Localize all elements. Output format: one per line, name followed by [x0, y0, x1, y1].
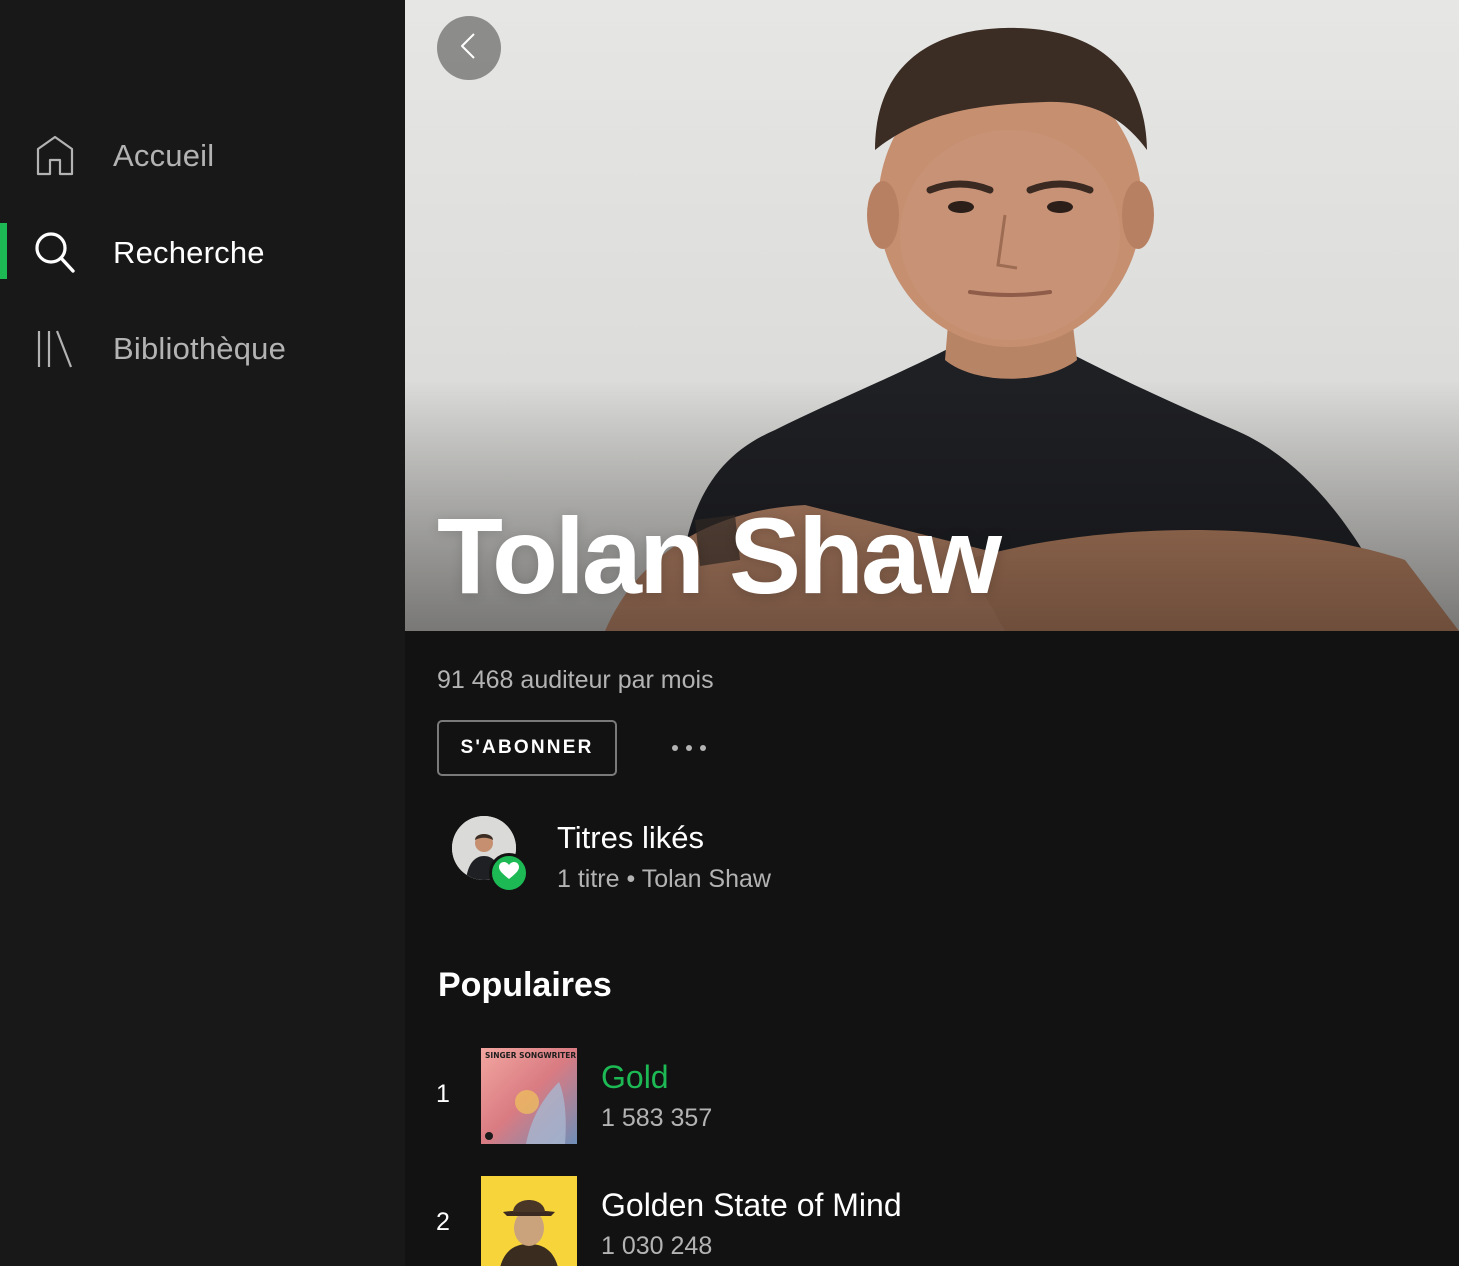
artist-page[interactable]: Tolan Shaw 91 468 auditeur par mois S'AB… — [405, 0, 1459, 1266]
sidebar-item-home[interactable]: Accueil — [0, 126, 405, 182]
sidebar-item-label: Recherche — [113, 235, 265, 270]
more-horizontal-icon — [672, 745, 678, 751]
sidebar-item-label: Bibliothèque — [113, 331, 287, 366]
active-indicator — [0, 223, 7, 279]
track-title: Gold — [601, 1059, 669, 1095]
library-icon — [34, 327, 76, 369]
album-cover: SINGER SONGWRITER INDIE POP — [481, 1048, 577, 1144]
track-number: 1 — [436, 1080, 450, 1108]
artist-name: Tolan Shaw — [437, 495, 1002, 616]
sidebar-item-search[interactable]: Recherche — [0, 223, 405, 279]
liked-songs-subtitle: 1 titre • Tolan Shaw — [557, 865, 771, 893]
sidebar-item-library[interactable]: Bibliothèque — [0, 319, 405, 375]
more-options-button[interactable] — [663, 728, 715, 768]
sidebar-item-label: Accueil — [113, 138, 215, 173]
home-icon — [34, 134, 76, 176]
chevron-left-icon — [454, 31, 484, 66]
sidebar: Accueil Recherche Bibliothèque — [0, 0, 405, 1266]
app-window: Accueil Recherche Bibliothèque Tolan Sha… — [0, 0, 1459, 1266]
back-button[interactable] — [437, 16, 501, 80]
monthly-listeners: 91 468 auditeur par mois — [437, 666, 714, 694]
heart-icon — [499, 861, 519, 885]
track-play-count: 1 583 357 — [601, 1104, 713, 1132]
track-row[interactable]: 2 Golden State of Mind 1 030 248 — [405, 1176, 1459, 1266]
artist-header-image: Tolan Shaw — [405, 0, 1459, 631]
track-title: Golden State of Mind — [601, 1187, 902, 1223]
svg-text:SINGER SONGWRITER INDIE POP: SINGER SONGWRITER INDIE POP — [485, 1051, 577, 1060]
liked-badge — [489, 853, 529, 893]
album-cover — [481, 1176, 577, 1266]
liked-songs-row[interactable]: Titres likés 1 titre • Tolan Shaw — [450, 812, 1050, 896]
follow-button[interactable]: S'ABONNER — [437, 720, 617, 776]
search-icon — [34, 231, 76, 273]
track-number: 2 — [436, 1208, 450, 1236]
track-play-count: 1 030 248 — [601, 1232, 713, 1260]
popular-section-title: Populaires — [438, 966, 612, 1004]
track-row[interactable]: 1 SINGER SONGWRITER INDIE POP — [405, 1048, 1459, 1148]
liked-songs-title: Titres likés — [557, 820, 704, 855]
